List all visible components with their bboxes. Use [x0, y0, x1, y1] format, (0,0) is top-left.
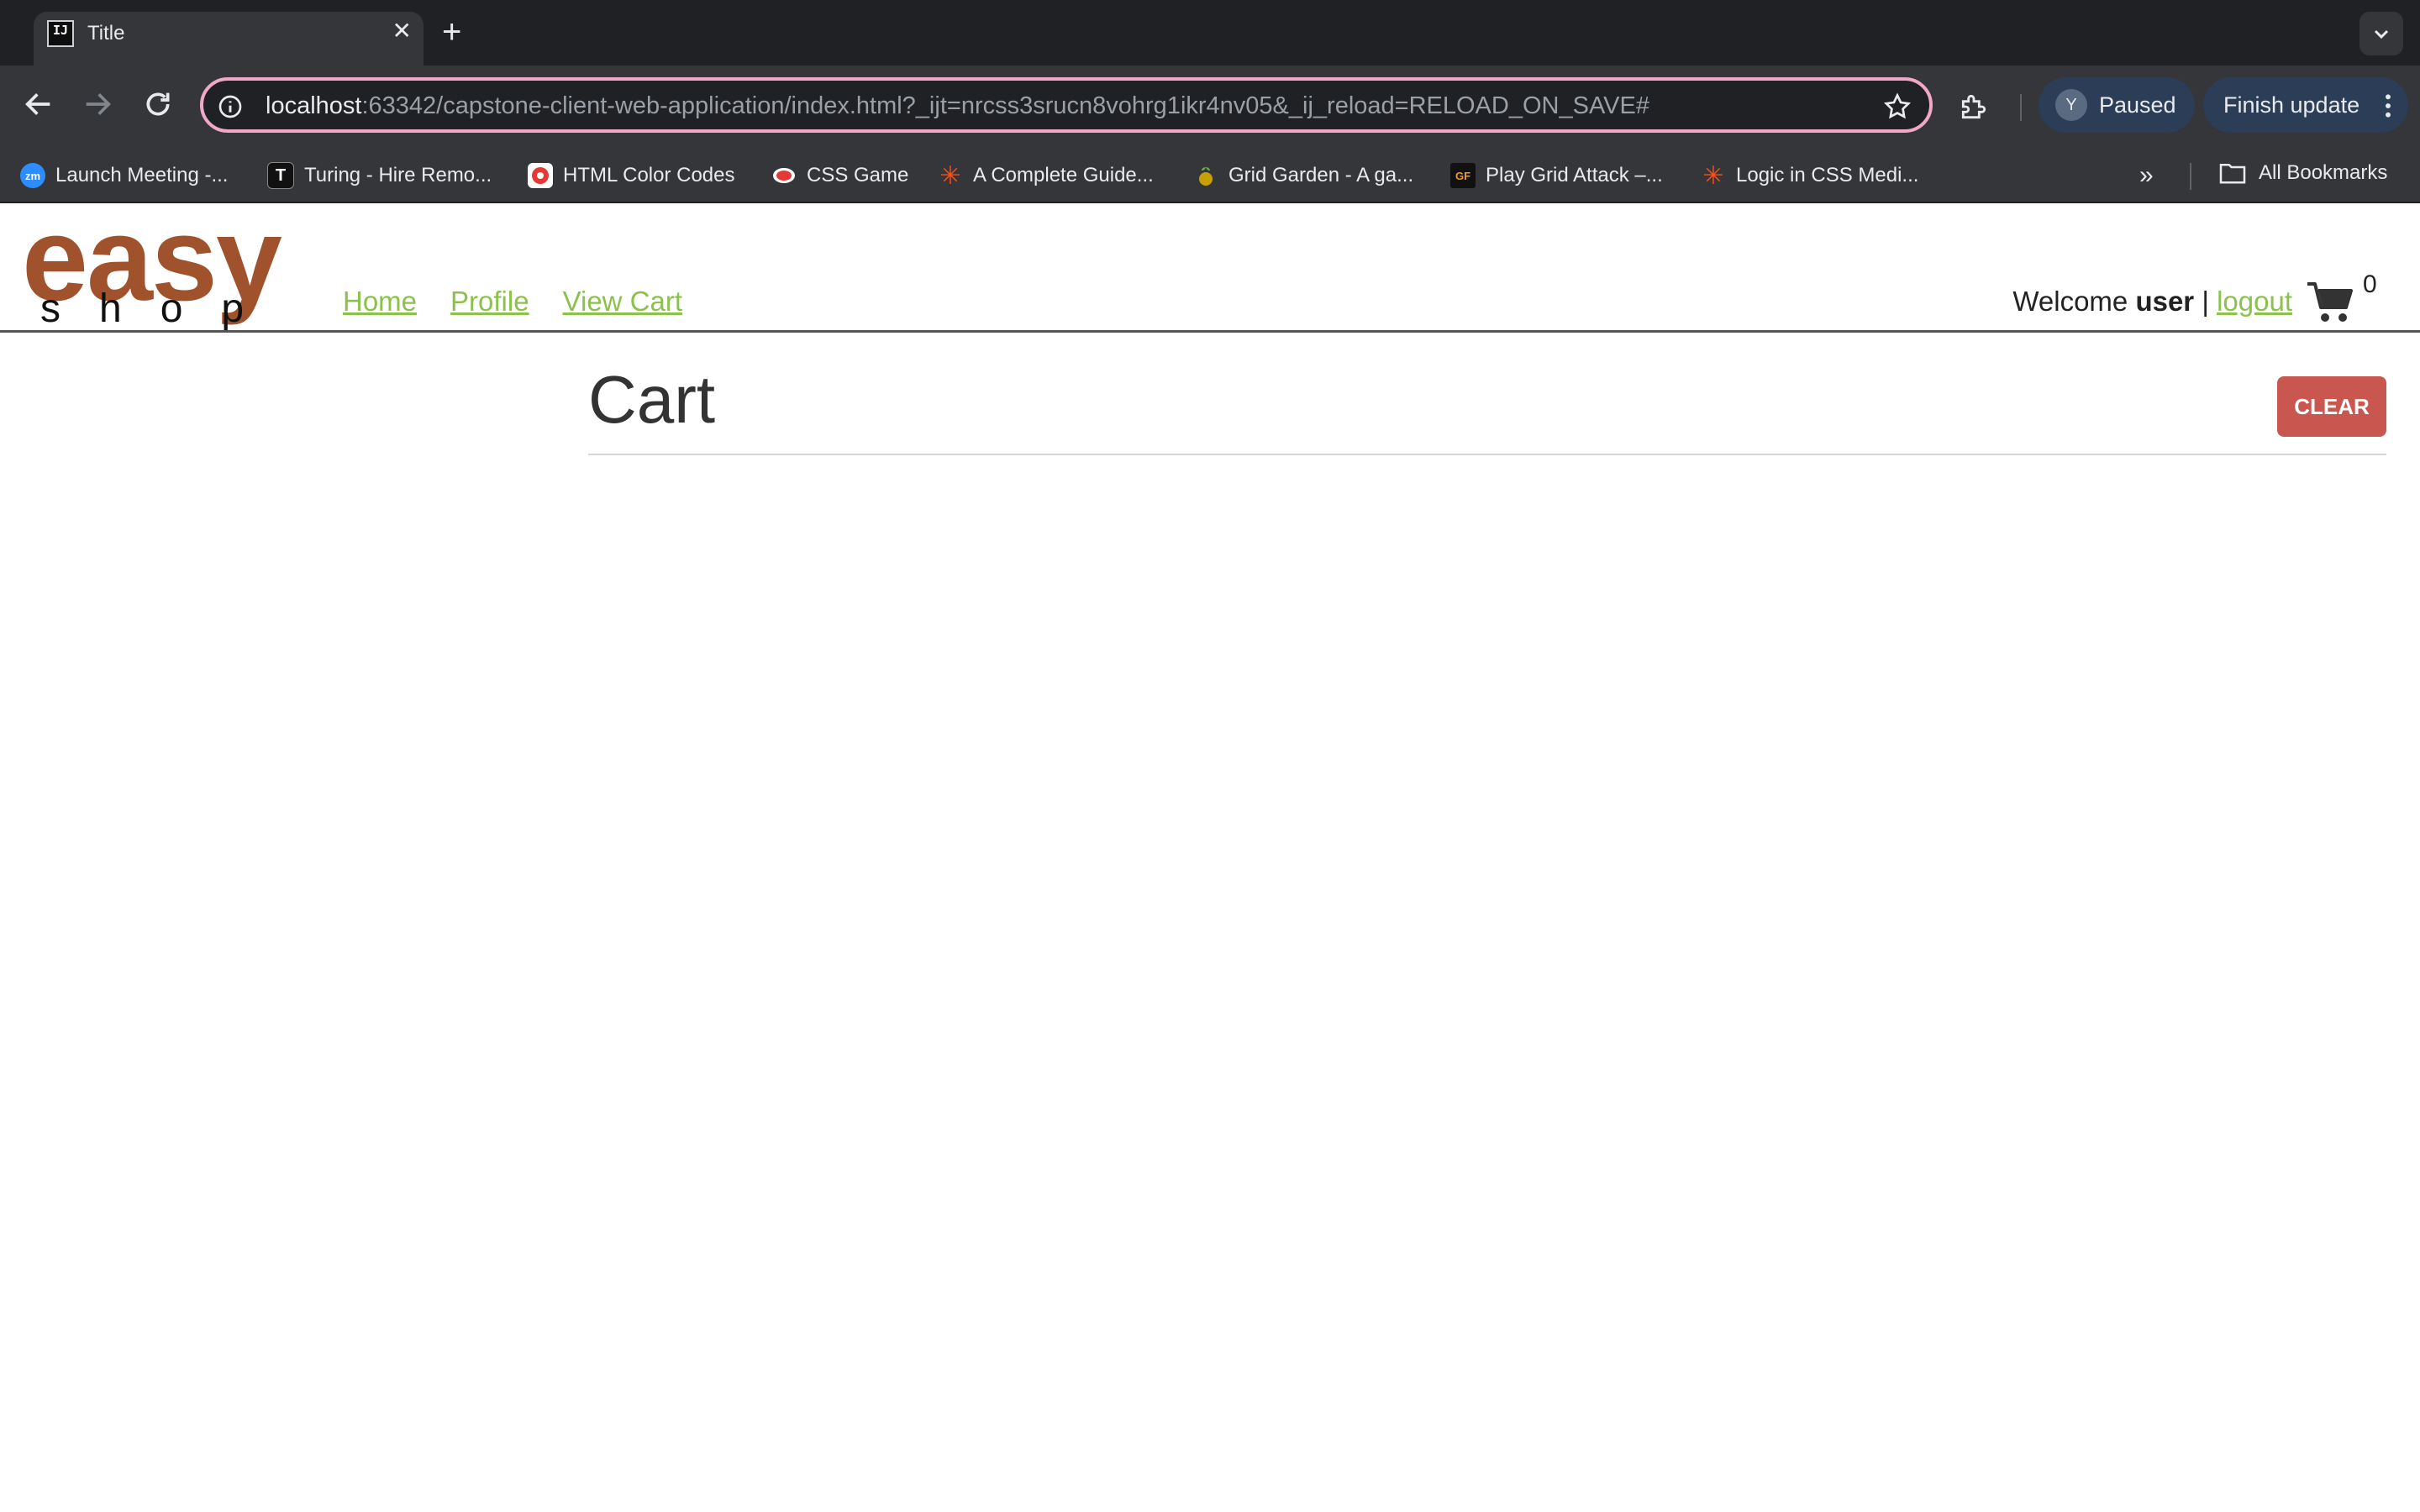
bookmark-label: Play Grid Attack –... [1486, 164, 1663, 186]
forward-arrow-icon[interactable] [81, 87, 114, 121]
bookmark-item[interactable]: ✳ A Complete Guide... [938, 161, 1154, 190]
grid-garden-icon [1193, 163, 1218, 188]
welcome-separator: | [2194, 286, 2217, 317]
welcome-message: Welcome user | logout [2012, 286, 2292, 318]
all-bookmarks-button[interactable]: All Bookmarks [2218, 161, 2387, 185]
tab-close-icon[interactable]: ✕ [392, 17, 412, 45]
more-options-icon[interactable] [2383, 92, 2393, 119]
turing-icon: T [267, 162, 294, 189]
easy-shop-logo[interactable]: easy shop [22, 197, 316, 332]
nav-profile-link[interactable]: Profile [450, 286, 529, 318]
bookmark-item[interactable]: HTML Color Codes [528, 161, 735, 190]
page-title: Cart [588, 362, 716, 437]
logo-shop-text: shop [40, 286, 283, 331]
cart-count-badge: 0 [2363, 270, 2377, 298]
bookmark-star-icon[interactable] [1882, 92, 1912, 122]
toolbar-separator [2020, 94, 2022, 121]
grid-attack-icon: GF [1450, 163, 1476, 188]
bookmark-item[interactable]: Grid Garden - A ga... [1193, 161, 1413, 190]
welcome-prefix: Welcome [2012, 286, 2136, 317]
tab-title: Title [87, 22, 125, 45]
browser-tab[interactable]: IJ Title ✕ [34, 12, 424, 66]
cart-divider [588, 454, 2386, 455]
bookmark-label: Logic in CSS Medi... [1736, 164, 1919, 186]
site-header: easy shop Home Profile View Cart Welcome… [0, 197, 2420, 333]
address-bar[interactable]: localhost:63342/capstone-client-web-appl… [200, 77, 1933, 133]
shopping-cart-icon[interactable] [2306, 281, 2354, 324]
profile-paused-button[interactable]: Y Paused [2039, 77, 2195, 133]
bookmark-label: A Complete Guide... [973, 164, 1154, 186]
asterisk-icon: ✳ [1702, 161, 1724, 190]
finish-update-label: Finish update [2223, 92, 2360, 118]
nav-home-link[interactable]: Home [343, 286, 417, 318]
css-game-icon [771, 163, 797, 188]
bookmark-label: CSS Game [807, 164, 909, 186]
back-arrow-icon[interactable] [22, 87, 55, 121]
bookmark-item[interactable]: ✳ Logic in CSS Medi... [1701, 161, 1918, 190]
bookmark-label: HTML Color Codes [563, 164, 735, 186]
bookmarks-overflow-icon[interactable]: » [2139, 161, 2154, 190]
asterisk-icon: ✳ [939, 161, 961, 190]
bookmark-label: Grid Garden - A ga... [1228, 164, 1414, 186]
extensions-puzzle-icon[interactable] [1958, 91, 1990, 123]
bookmark-label: Turing - Hire Remo... [304, 164, 492, 186]
address-url[interactable]: localhost:63342/capstone-client-web-appl… [266, 92, 1649, 120]
clear-cart-button[interactable]: CLEAR [2277, 376, 2386, 437]
tab-search-button[interactable] [2360, 12, 2403, 55]
logout-link[interactable]: logout [2217, 286, 2292, 317]
bookmark-item[interactable]: zm Launch Meeting -... [20, 161, 228, 190]
welcome-username: user [2135, 286, 2195, 317]
profile-status: Paused [2099, 92, 2176, 118]
site-nav: Home Profile View Cart [343, 286, 682, 318]
folder-icon [2219, 163, 2246, 184]
browser-tabstrip: IJ Title ✕ + [0, 0, 2420, 66]
bookmark-item[interactable]: GF Play Grid Attack –... [1450, 161, 1663, 190]
zoom-icon: zm [20, 163, 45, 188]
chevron-down-icon [2374, 29, 2389, 39]
bookmark-item[interactable]: T Turing - Hire Remo... [267, 161, 492, 190]
color-wheel-icon [528, 163, 553, 188]
intellij-favicon-icon: IJ [47, 20, 74, 47]
bookmarks-bar: zm Launch Meeting -... T Turing - Hire R… [0, 148, 2420, 203]
bookmarks-separator [2190, 163, 2191, 190]
nav-view-cart-link[interactable]: View Cart [563, 286, 682, 318]
bookmark-label: Launch Meeting -... [55, 164, 229, 186]
bookmark-item[interactable]: CSS Game [771, 161, 908, 190]
all-bookmarks-label: All Bookmarks [2259, 161, 2388, 184]
new-tab-icon[interactable]: + [442, 10, 461, 54]
reload-icon[interactable] [141, 87, 175, 121]
avatar: Y [2055, 89, 2087, 121]
finish-update-button[interactable]: Finish update [2203, 77, 2408, 133]
site-info-icon[interactable] [217, 93, 244, 120]
browser-toolbar: localhost:63342/capstone-client-web-appl… [0, 66, 2420, 148]
